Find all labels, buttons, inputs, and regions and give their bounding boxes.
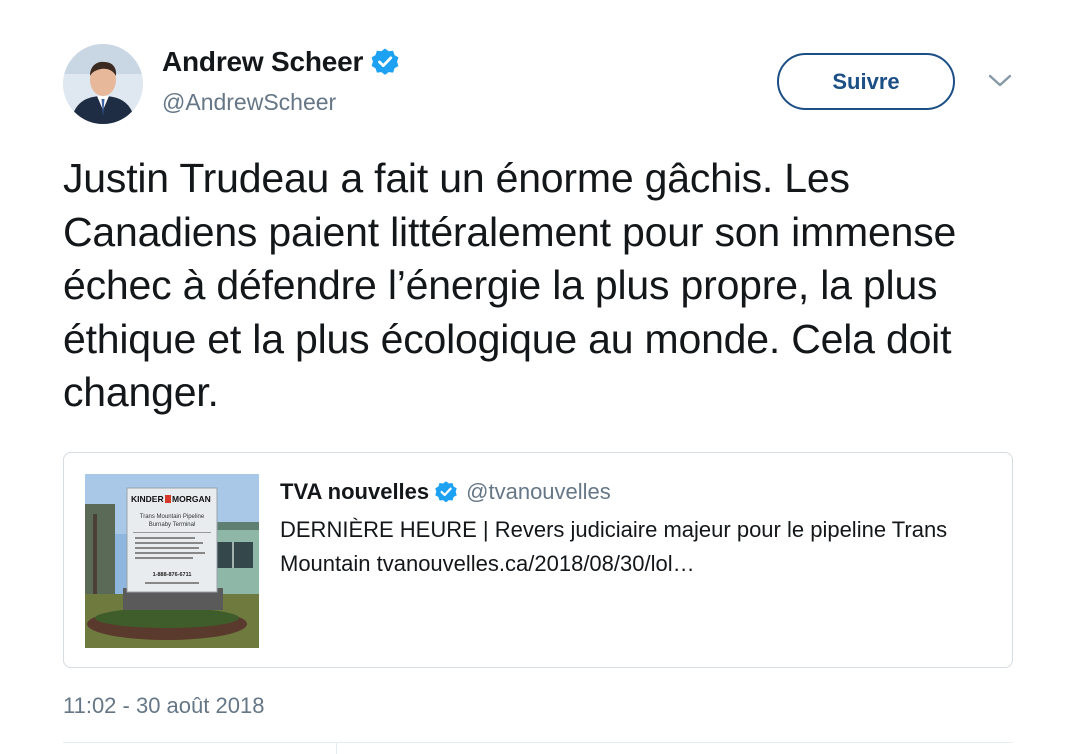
author-display-name[interactable]: Andrew Scheer [162,46,363,78]
quoted-tweet-header: TVA nouvelles @tvanouvelles [280,479,611,505]
chevron-down-icon[interactable] [987,70,1013,90]
verified-badge-icon [434,480,458,504]
author-avatar[interactable] [63,44,143,124]
svg-text:1-888-876-6711: 1-888-876-6711 [153,572,192,578]
divider [336,742,337,754]
tweet-text: Justin Trudeau a fait un énorme gâchis. … [63,155,957,415]
svg-text:Trans Mountain Pipeline: Trans Mountain Pipeline [140,514,205,520]
author-handle[interactable]: @AndrewScheer [162,89,336,116]
divider [63,742,1013,743]
avatar-image [63,44,143,124]
svg-text:KINDER: KINDER [131,494,164,504]
follow-button[interactable]: Suivre [777,53,955,110]
quoted-tweet-text: DERNIÈRE HEURE | Revers judiciaire majeu… [280,517,948,576]
quoted-display-name: TVA nouvelles [280,479,430,504]
tweet-timestamp[interactable]: 11:02 - 30 août 2018 [63,693,264,719]
svg-text:Burnaby Terminal: Burnaby Terminal [149,522,196,528]
quoted-tweet-image: KINDER MORGAN Trans Mountain Pipeline Bu… [85,474,259,648]
quoted-handle: @tvanouvelles [466,479,611,504]
quoted-tweet-card[interactable]: KINDER MORGAN Trans Mountain Pipeline Bu… [63,452,1013,668]
author-name-row[interactable]: Andrew Scheer [162,46,400,78]
svg-text:MORGAN: MORGAN [172,494,211,504]
verified-badge-icon [370,47,400,77]
